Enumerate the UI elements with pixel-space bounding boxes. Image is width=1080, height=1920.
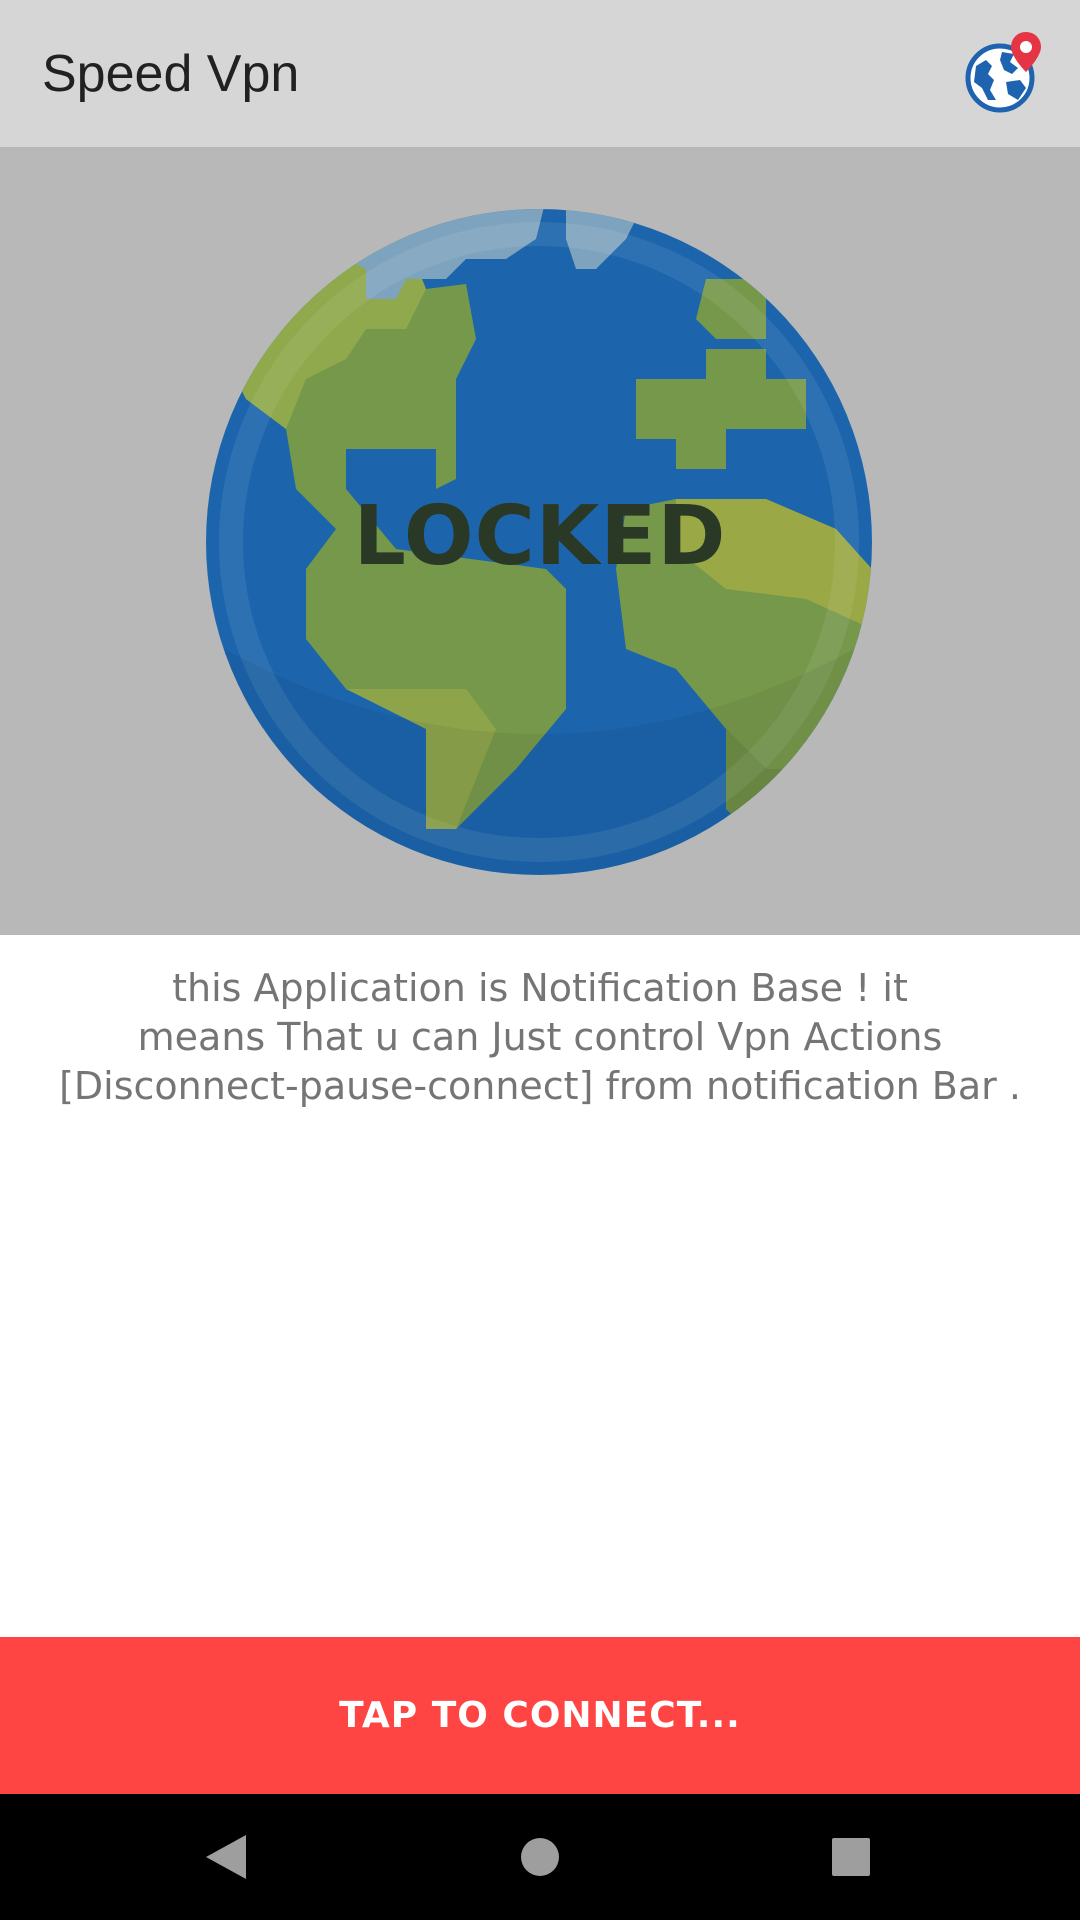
info-text: this Application is Notification Base ! … (40, 964, 1040, 1111)
connect-button-label: TAP TO CONNECT... (339, 1695, 741, 1736)
info-line: this Application is Notification Base ! … (172, 966, 908, 1010)
connection-status-label: LOCKED (353, 489, 727, 584)
app-title: Speed Vpn (42, 45, 300, 103)
status-hero: LOCKED (0, 147, 1080, 935)
home-circle-icon[interactable] (470, 1794, 610, 1920)
recents-square-icon[interactable] (781, 1794, 921, 1920)
info-line: means That u can Just control Vpn Action… (137, 1015, 943, 1059)
back-triangle-icon[interactable] (156, 1794, 296, 1920)
globe-location-pin-icon[interactable] (962, 30, 1046, 116)
app-bar: Speed Vpn (0, 0, 1080, 147)
system-nav-bar (0, 1794, 1080, 1920)
connect-button[interactable]: TAP TO CONNECT... (0, 1637, 1080, 1794)
info-line: [Disconnect-pause-connect] from notifica… (59, 1064, 1021, 1108)
